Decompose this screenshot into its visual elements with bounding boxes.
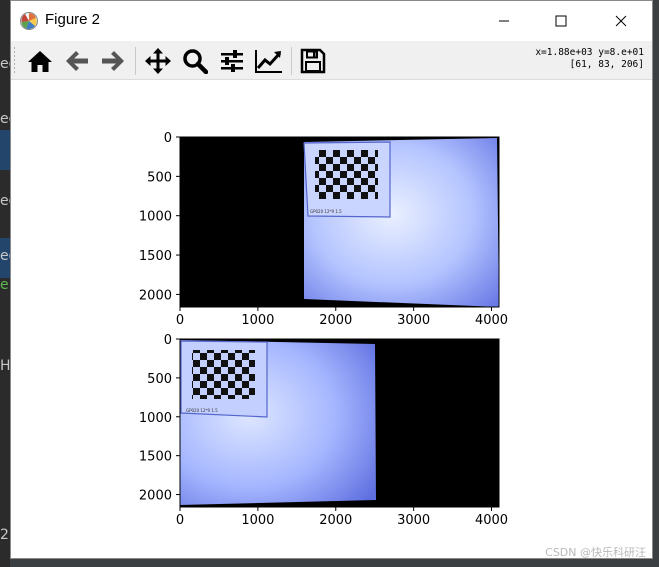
arrow-right-icon (102, 51, 124, 71)
y-tick-label: 500 (147, 170, 172, 185)
toolbar-separator (291, 47, 292, 75)
configure-subplots-button[interactable] (216, 45, 248, 77)
x-tick-label: 4000 (475, 313, 508, 328)
y-tick-label: 1000 (139, 210, 172, 225)
minimize-button[interactable] (481, 1, 527, 41)
cursor-readout: x=1.88e+03 y=8.e+01 [61, 83, 206] (535, 47, 644, 71)
figure-canvas[interactable]: GP020 12*9 1.5 0 1000 2000 3000 4000 0 500 1000… (11, 80, 652, 559)
background-text: ed (0, 56, 10, 72)
checkerboard-pattern (192, 350, 255, 399)
background-text: ed (0, 111, 10, 127)
y-tick-label: 2000 (139, 288, 172, 303)
background-text: ed (0, 193, 10, 209)
x-tick-label: 3000 (397, 513, 430, 528)
matplotlib-logo-icon (20, 12, 38, 30)
x-tick-label: 1000 (241, 313, 274, 328)
y-tick-label: 500 (147, 372, 172, 387)
home-icon (28, 51, 52, 72)
background-text: Нр (0, 358, 10, 374)
maximize-button[interactable] (538, 1, 584, 41)
figure-svg[interactable]: GP020 12*9 1.5 0 1000 2000 3000 4000 0 500 1000… (11, 80, 652, 558)
y-tick-label: 1500 (139, 249, 172, 264)
window-title: Figure 2 (45, 11, 101, 28)
minimize-icon (499, 20, 509, 22)
card-label: GP020 12*9 1.5 (310, 209, 342, 214)
edit-axes-button[interactable] (253, 45, 285, 77)
background-text: 2 (0, 527, 9, 543)
x-tick-label: 0 (176, 513, 184, 528)
background-text: e (0, 277, 9, 293)
x-tick-label: 2000 (319, 513, 352, 528)
move-icon (145, 48, 171, 74)
title-bar[interactable]: Figure 2 (11, 1, 652, 41)
line-chart-icon (255, 50, 282, 73)
x-tick-label: 1000 (241, 513, 274, 528)
home-button[interactable] (24, 45, 56, 77)
close-icon (615, 15, 627, 27)
sliders-icon (221, 50, 243, 72)
magnifier-icon (183, 49, 208, 74)
y-tick-label: 1500 (139, 450, 172, 465)
subplot-bottom[interactable]: GP020 12*9 1.5 0 1000 2000 3000 4000 0 500 1000… (139, 333, 508, 528)
cursor-coordinates: x=1.88e+03 y=8.e+01 (535, 47, 644, 58)
close-button[interactable] (598, 1, 644, 41)
maximize-icon (555, 15, 567, 27)
y-tick-label: 0 (164, 333, 172, 348)
floppy-disk-icon (300, 48, 326, 74)
arrow-left-icon (66, 51, 88, 71)
x-tick-label: 4000 (475, 513, 508, 528)
navigation-toolbar: x=1.88e+03 y=8.e+01 [61, 83, 206] (11, 41, 652, 80)
y-tick-label: 2000 (139, 489, 172, 504)
back-button[interactable] (61, 45, 93, 77)
card-label: GP020 12*9 1.5 (186, 408, 218, 413)
y-tick-label: 1000 (139, 411, 172, 426)
forward-button[interactable] (97, 45, 129, 77)
background-text: ed (0, 248, 10, 264)
toolbar-grip (14, 47, 15, 75)
watermark: CSDN @快乐科研汪 (545, 546, 646, 559)
y-tick-label: 0 (164, 131, 172, 146)
zoom-button[interactable] (179, 45, 211, 77)
x-tick-label: 0 (176, 313, 184, 328)
background-app-band (0, 130, 10, 170)
subplot-top[interactable]: GP020 12*9 1.5 0 1000 2000 3000 4000 0 500 1000… (139, 131, 508, 328)
toolbar-separator (135, 47, 136, 75)
pan-button[interactable] (142, 45, 174, 77)
figure-window: Figure 2 x=1.88e+03 y=8.e+01 [61, 83, 20… (10, 0, 653, 559)
save-button[interactable] (297, 45, 329, 77)
x-tick-label: 2000 (319, 313, 352, 328)
x-tick-label: 3000 (397, 313, 430, 328)
checkerboard-pattern (315, 150, 378, 199)
pixel-value: [61, 83, 206] (569, 59, 644, 70)
